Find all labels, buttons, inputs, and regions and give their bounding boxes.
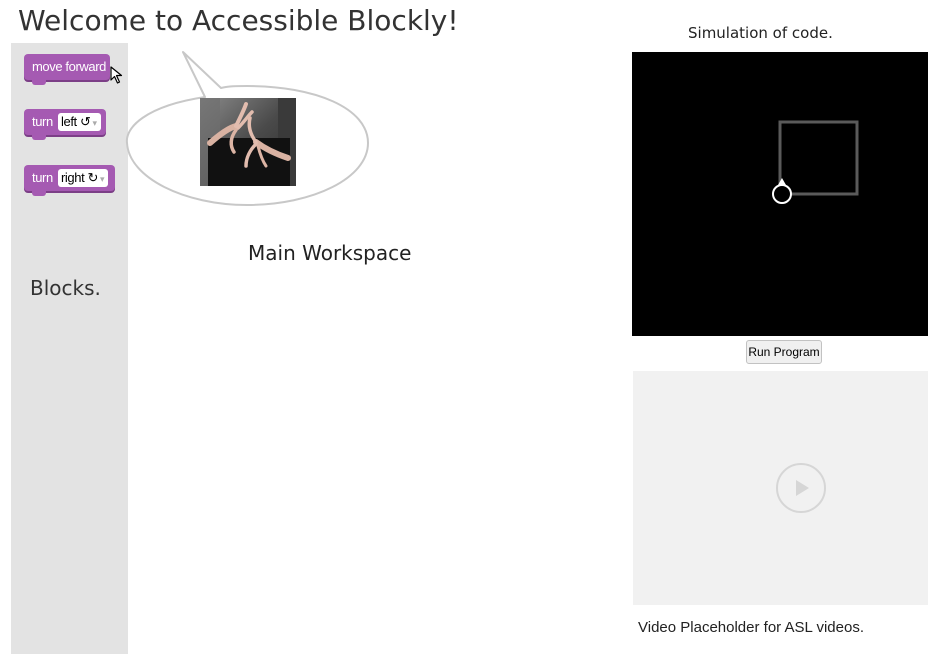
cursor-icon bbox=[110, 66, 123, 84]
toolbox[interactable]: move forward turn left ↺ ▾ turn right ↻ ▾ bbox=[11, 43, 128, 654]
turn-left-dropdown[interactable]: left ↺ ▾ bbox=[58, 113, 101, 131]
turn-left-block[interactable]: turn left ↺ ▾ bbox=[24, 109, 106, 140]
block-notch bbox=[32, 80, 46, 85]
turn-left-block-label: turn bbox=[32, 114, 53, 129]
chevron-down-icon: ▾ bbox=[92, 118, 97, 128]
block-notch bbox=[32, 191, 46, 196]
blocks-label: Blocks. bbox=[30, 276, 101, 300]
simulation-title: Simulation of code. bbox=[688, 24, 833, 42]
turn-right-block-label: turn bbox=[32, 170, 53, 185]
move-forward-block-label: move forward bbox=[32, 59, 106, 74]
simulation-canvas bbox=[632, 52, 928, 336]
turn-right-block[interactable]: turn right ↻ ▾ bbox=[24, 165, 115, 196]
asl-video-player[interactable] bbox=[633, 371, 928, 605]
block-notch bbox=[32, 135, 46, 140]
turn-right-dropdown[interactable]: right ↻ ▾ bbox=[58, 169, 109, 187]
move-forward-block[interactable]: move forward bbox=[24, 54, 123, 85]
workspace-label: Main Workspace bbox=[248, 241, 412, 265]
turn-left-dropdown-value: left ↺ bbox=[61, 114, 91, 129]
page-title: Welcome to Accessible Blockly! bbox=[18, 4, 459, 37]
video-caption: Video Placeholder for ASL videos. bbox=[638, 619, 864, 636]
play-icon[interactable] bbox=[776, 463, 826, 513]
run-program-button[interactable]: Run Program bbox=[746, 340, 822, 364]
robot-icon bbox=[772, 178, 792, 204]
turn-right-dropdown-value: right ↻ bbox=[61, 170, 98, 185]
asl-sign-image bbox=[200, 98, 296, 186]
chevron-down-icon: ▾ bbox=[100, 174, 105, 184]
path-trace bbox=[778, 120, 859, 196]
